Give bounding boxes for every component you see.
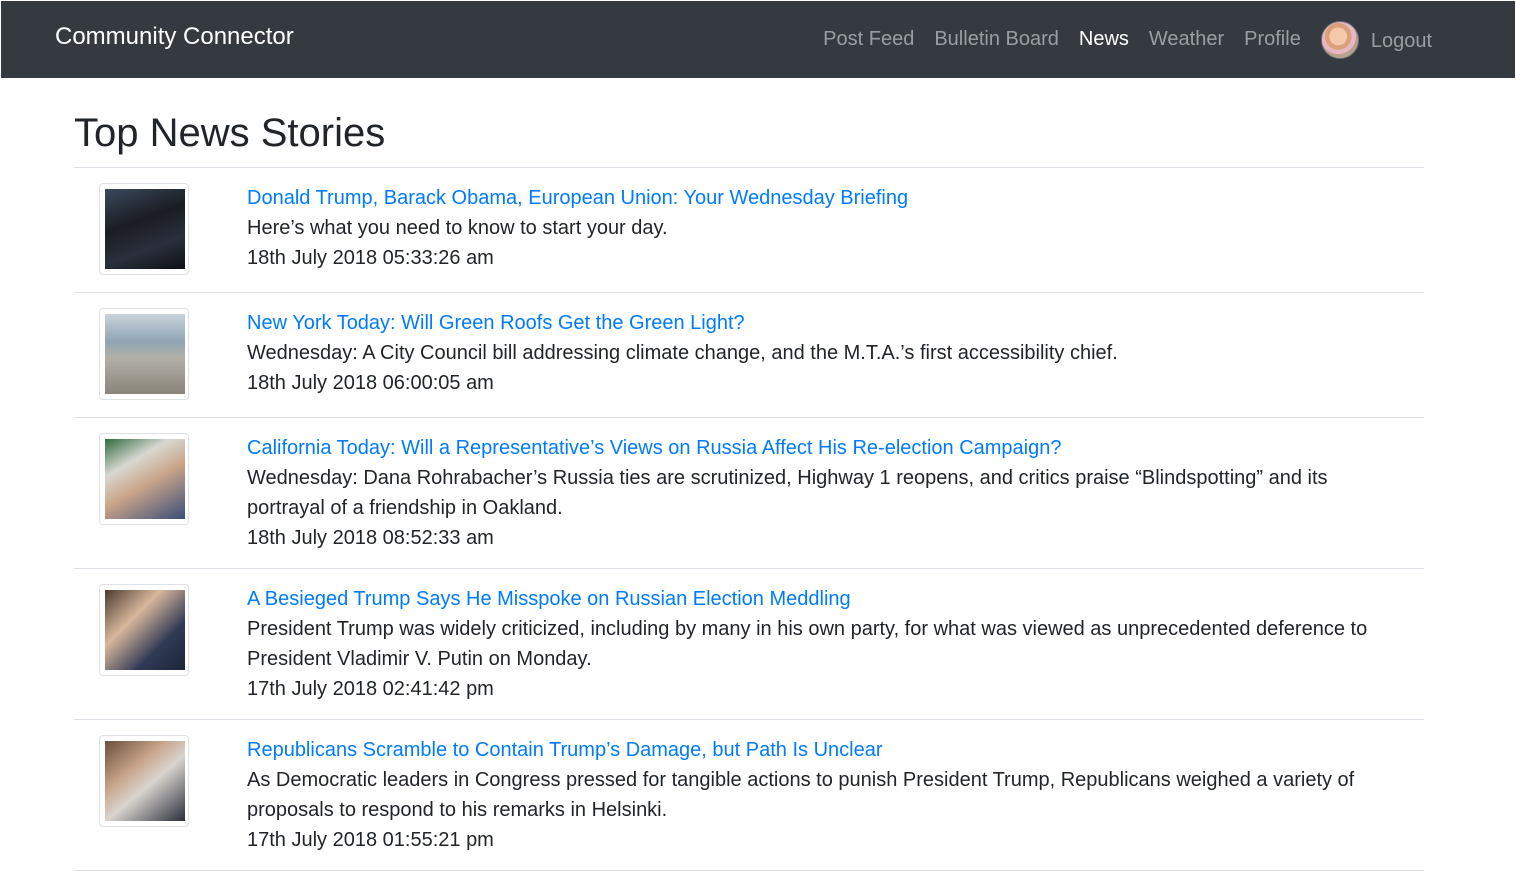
story-description: Wednesday: Dana Rohrabacher’s Russia tie… [247, 467, 1328, 519]
nav-links: Post Feed Bulletin Board News Weather Pr… [803, 1, 1432, 78]
news-story: A Besieged Trump Says He Misspoke on Rus… [74, 569, 1424, 720]
story-thumbnail[interactable] [99, 433, 189, 525]
story-title-link[interactable]: California Today: Will a Representative’… [247, 433, 1424, 463]
news-story: California Today: Will a Representative’… [74, 418, 1424, 569]
story-body: Republicans Scramble to Contain Trump’s … [247, 720, 1424, 870]
story-thumbnail[interactable] [99, 735, 189, 827]
user-avatar[interactable] [1320, 20, 1359, 59]
logout-link[interactable]: Logout [1371, 30, 1432, 53]
story-body: New York Today: Will Green Roofs Get the… [247, 293, 1424, 413]
story-body: California Today: Will a Representative’… [247, 418, 1424, 568]
story-image [105, 314, 185, 394]
nav-item-news[interactable]: News [1079, 28, 1129, 51]
story-body: A Besieged Trump Says He Misspoke on Rus… [247, 569, 1424, 719]
story-body: Donald Trump, Barack Obama, European Uni… [247, 168, 1424, 288]
story-image [105, 439, 185, 519]
story-date: 17th July 2018 01:55:21 pm [247, 829, 494, 851]
story-thumbnail[interactable] [99, 584, 189, 676]
story-image [105, 590, 185, 670]
story-date: 18th July 2018 05:33:26 am [247, 247, 494, 269]
brand-link[interactable]: Community Connector [55, 23, 294, 51]
story-title-link[interactable]: Republicans Scramble to Contain Trump’s … [247, 735, 1424, 765]
story-title-link[interactable]: New York Today: Will Green Roofs Get the… [247, 308, 1424, 338]
nav-item-profile[interactable]: Profile [1244, 28, 1301, 51]
nav-item-weather[interactable]: Weather [1149, 28, 1224, 51]
story-title-link[interactable]: Donald Trump, Barack Obama, European Uni… [247, 183, 1424, 213]
story-description: Wednesday: A City Council bill addressin… [247, 342, 1118, 364]
nav-item-bulletin-board[interactable]: Bulletin Board [934, 28, 1059, 51]
story-thumbnail[interactable] [99, 183, 189, 275]
news-story: Republicans Scramble to Contain Trump’s … [74, 720, 1424, 871]
nav-item-post-feed[interactable]: Post Feed [823, 28, 914, 51]
news-story: Donald Trump, Barack Obama, European Uni… [74, 168, 1424, 293]
news-story: New York Today: Will Green Roofs Get the… [74, 293, 1424, 418]
story-date: 18th July 2018 08:52:33 am [247, 527, 494, 549]
story-image [105, 741, 185, 821]
story-image [105, 189, 185, 269]
story-description: President Trump was widely criticized, i… [247, 618, 1368, 670]
story-thumbnail[interactable] [99, 308, 189, 400]
story-description: As Democratic leaders in Congress presse… [247, 769, 1355, 821]
story-title-link[interactable]: A Besieged Trump Says He Misspoke on Rus… [247, 584, 1424, 614]
story-date: 18th July 2018 06:00:05 am [247, 372, 494, 394]
news-container: Top News Stories Donald Trump, Barack Ob… [74, 78, 1424, 871]
page-title: Top News Stories [74, 111, 386, 155]
story-date: 17th July 2018 02:41:42 pm [247, 678, 494, 700]
story-description: Here’s what you need to know to start yo… [247, 217, 668, 239]
top-navbar: Community Connector Post Feed Bulletin B… [1, 1, 1515, 78]
